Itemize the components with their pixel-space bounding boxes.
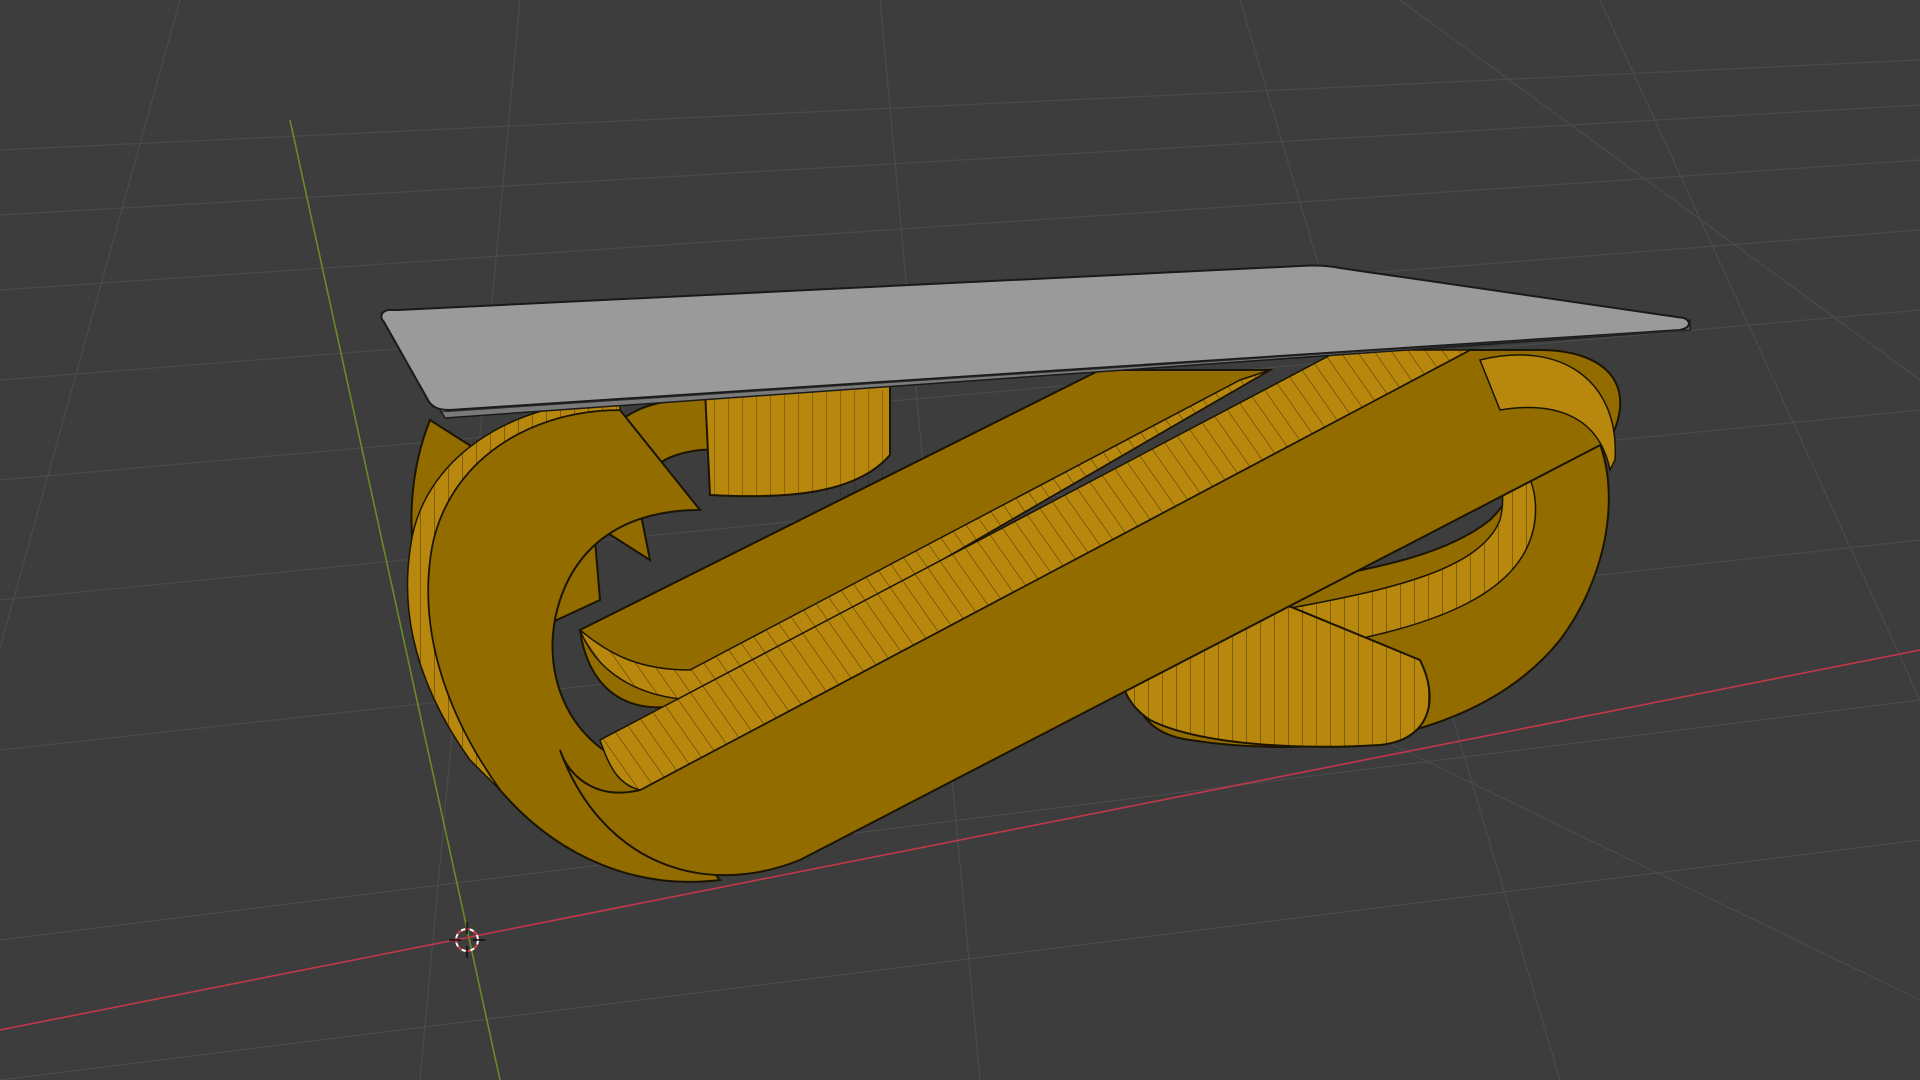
3d-viewport[interactable] <box>0 0 1920 1080</box>
viewport-canvas[interactable] <box>0 0 1920 1080</box>
3d-cursor-icon[interactable] <box>449 922 485 958</box>
table-base-mesh[interactable] <box>406 349 1622 883</box>
